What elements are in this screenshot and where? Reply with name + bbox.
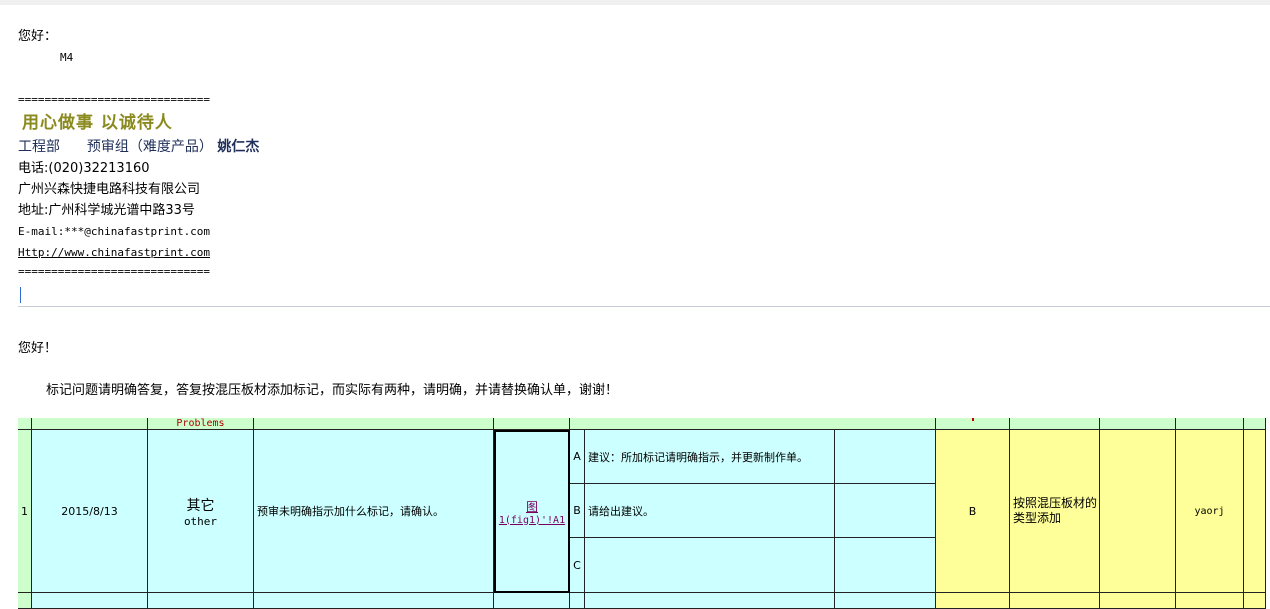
signature-block: 您好： M4 ============================= 用心做…: [18, 26, 1258, 281]
engineer-cell[interactable]: yaorj: [1176, 430, 1244, 593]
company-motto: 用心做事 以诚待人: [22, 113, 173, 133]
answer-cell[interactable]: B: [936, 430, 1010, 593]
department-line: 工程部 预审组（难度产品） 姚仁杰: [18, 136, 1258, 158]
next-row-cell: [936, 593, 1010, 609]
category-cn: 其它: [186, 497, 215, 514]
text-cursor: [20, 287, 21, 303]
header-cell: [254, 418, 494, 430]
divider-top: =============================: [18, 93, 211, 106]
header-cell: [32, 418, 148, 430]
option-text-a[interactable]: 建议：所加标记请明确指示，并更新制作单。: [585, 430, 835, 484]
option-extra-c[interactable]: [835, 538, 936, 593]
row-index: 1: [18, 430, 32, 593]
message-body: 标记问题请明确答复，答复按混压板材添加标记，而实际有两种，请明确，并请替换确认单…: [46, 383, 619, 398]
reply-separator: [18, 306, 1270, 307]
next-row-cell: [1100, 593, 1176, 609]
reply-cell[interactable]: 按照混压板材的类型添加: [1010, 430, 1100, 593]
problem-sheet-table: Problems 1 2015/8/13 其它 other 预审未明确指示加什么…: [18, 418, 1266, 609]
header-problems: Problems: [148, 418, 254, 430]
next-row-cell: [570, 593, 585, 609]
group: 预审组（难度产品）: [86, 139, 213, 155]
header-cell: [1244, 418, 1266, 430]
date-cell[interactable]: 2015/8/13: [32, 430, 148, 593]
next-row-cell: [254, 593, 494, 609]
next-row-cell: [1010, 593, 1100, 609]
next-row-cell: [148, 593, 254, 609]
sender-name: 姚仁杰: [217, 139, 260, 155]
next-row-cell: [32, 593, 148, 609]
next-row-cell: [835, 593, 936, 609]
website-link[interactable]: Http://www.chinafastprint.com: [18, 242, 1258, 263]
category-cell[interactable]: 其它 other: [148, 430, 254, 593]
next-row-cell: [1176, 593, 1244, 609]
category-en: other: [183, 514, 218, 528]
reference-link-cell[interactable]: 图 1(fig1)'!A1: [494, 430, 570, 593]
greeting: 您好：: [18, 29, 58, 44]
divider-bottom: =============================: [18, 265, 211, 278]
next-row-cell: [585, 593, 835, 609]
option-text-c[interactable]: [585, 538, 835, 593]
next-row-cell: [1244, 593, 1266, 609]
header-cell: [1100, 418, 1176, 430]
header-cell: [1176, 418, 1244, 430]
reference-link-target[interactable]: 1(fig1)'!A1: [499, 515, 565, 526]
message-greeting: 您好！: [18, 341, 58, 356]
phone: 电话:(020)32213160: [18, 161, 150, 176]
company-name: 广州兴森快捷电路科技有限公司: [18, 182, 201, 197]
option-extra-b[interactable]: [835, 484, 936, 538]
option-key-b: B: [570, 484, 585, 538]
problem-cell[interactable]: 预审未明确指示加什么标记，请确认。: [254, 430, 494, 593]
department: 工程部: [18, 139, 60, 155]
next-row-cell: [494, 593, 570, 609]
header-cell: [570, 418, 936, 430]
header-cell: [18, 418, 32, 430]
option-key-a: A: [570, 430, 585, 484]
reference-link[interactable]: 图: [526, 498, 538, 515]
option-text-b[interactable]: 请给出建议。: [585, 484, 835, 538]
header-mark: [972, 418, 974, 421]
next-row-cell: [18, 593, 32, 609]
option-key-c: C: [570, 538, 585, 593]
window-top-bar: [0, 0, 1270, 5]
recipient: M4: [60, 51, 74, 64]
header-cell: [1010, 418, 1100, 430]
option-extra-a[interactable]: [835, 430, 936, 484]
email[interactable]: E-mail:***@chinafastprint.com: [18, 221, 1258, 242]
header-cell: [494, 418, 570, 430]
address: 地址:广州科学城光谱中路33号: [18, 203, 195, 218]
empty-cell[interactable]: [1244, 430, 1266, 593]
empty-cell[interactable]: [1100, 430, 1176, 593]
